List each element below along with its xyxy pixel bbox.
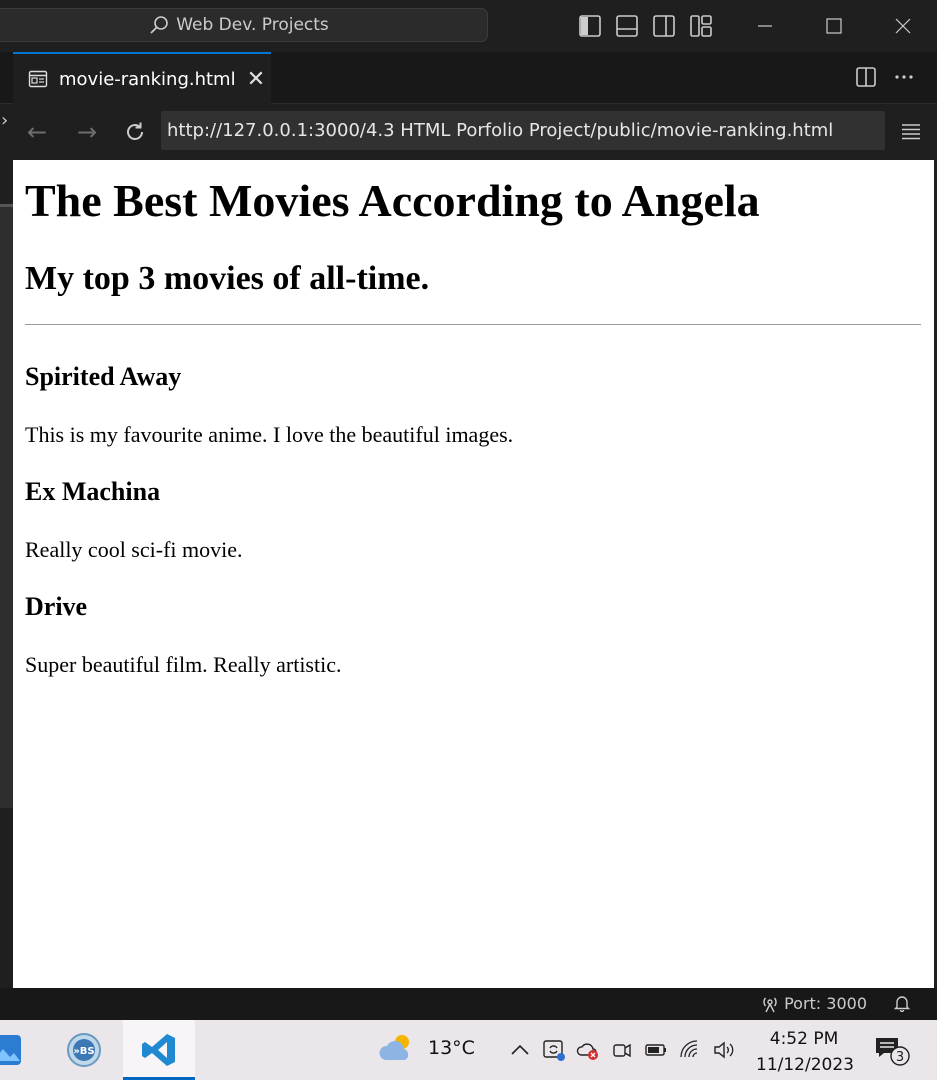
command-center[interactable]: Web Dev. Projects	[0, 8, 488, 42]
status-bar: Port: 3000	[0, 988, 937, 1020]
taskbar-app-photos[interactable]	[0, 1020, 42, 1080]
toggle-primary-sidebar-icon[interactable]	[578, 14, 602, 38]
toggle-secondary-sidebar-icon[interactable]	[652, 14, 676, 38]
split-editor-icon[interactable]	[855, 66, 877, 92]
movie-title: Drive	[25, 592, 88, 621]
title-bar: Web Dev. Projects	[0, 0, 937, 52]
clock[interactable]: 4:52 PM 11/12/2023	[756, 1026, 854, 1078]
tab-movie-ranking[interactable]: movie-ranking.html ✕	[13, 52, 271, 104]
taskbar-app-vscode[interactable]	[123, 1020, 195, 1080]
editor-tab-bar: movie-ranking.html ✕	[0, 52, 937, 104]
taskbar-app-bs[interactable]: »BS	[48, 1020, 120, 1080]
notification-center-button[interactable]: 3	[874, 1036, 914, 1070]
browser-toolbar: ← → http://127.0.0.1:3000/4.3 HTML Porfo…	[13, 104, 937, 160]
close-tab-icon[interactable]: ✕	[241, 67, 271, 92]
customize-layout-icon[interactable]	[689, 14, 713, 38]
forward-button[interactable]: →	[73, 118, 101, 146]
volume-icon[interactable]	[712, 1038, 736, 1062]
bs-app-icon: »BS	[67, 1033, 101, 1067]
weather-widget[interactable]: 13°C	[378, 1032, 475, 1064]
tab-label: movie-ranking.html	[59, 68, 236, 90]
more-actions-icon[interactable]	[893, 66, 915, 92]
divider	[25, 324, 921, 325]
close-window-button[interactable]	[868, 0, 937, 52]
movie-description: Super beautiful film. Really artistic.	[25, 652, 342, 677]
vscode-app-icon	[142, 1034, 175, 1066]
sidebar-panel	[0, 204, 13, 808]
menu-icon[interactable]	[901, 121, 921, 141]
notification-count: 3	[896, 1050, 904, 1065]
sidebar-edge: ›	[0, 104, 13, 988]
battery-icon[interactable]	[644, 1038, 668, 1062]
page-title: The Best Movies According to Angela	[25, 175, 760, 226]
photos-app-icon	[0, 1035, 21, 1065]
chevron-up-icon[interactable]	[508, 1038, 532, 1062]
movie-description: This is my favourite anime. I love the b…	[25, 422, 514, 447]
maximize-button[interactable]	[799, 0, 868, 52]
movie-title: Ex Machina	[25, 477, 161, 506]
cloudy-weather-icon	[379, 1035, 409, 1060]
port-status[interactable]: Port: 3000	[761, 994, 867, 1013]
wifi-icon[interactable]	[678, 1038, 702, 1062]
movie-title: Spirited Away	[25, 362, 182, 391]
cloud-error-icon[interactable]	[576, 1038, 600, 1062]
sidebar-divider	[0, 204, 13, 207]
bell-icon[interactable]	[893, 994, 911, 1016]
svg-text:»BS: »BS	[73, 1046, 94, 1057]
page-subtitle: My top 3 movies of all-time.	[25, 260, 430, 297]
clock-time: 4:52 PM	[769, 1029, 839, 1049]
back-button[interactable]: ←	[23, 118, 51, 146]
clock-date: 11/12/2023	[756, 1055, 854, 1075]
port-label: Port: 3000	[784, 994, 867, 1013]
sync-app-icon[interactable]	[542, 1038, 566, 1062]
movie-description: Really cool sci-fi movie.	[25, 537, 243, 562]
browser-preview-icon	[28, 70, 48, 88]
notification-icon: 3	[876, 1038, 910, 1066]
chevron-right-icon[interactable]: ›	[1, 110, 8, 131]
command-center-label: Web Dev. Projects	[176, 15, 329, 35]
search-icon	[150, 16, 169, 34]
url-input[interactable]: http://127.0.0.1:3000/4.3 HTML Porfolio …	[161, 111, 885, 150]
toggle-panel-icon[interactable]	[615, 14, 639, 38]
meet-now-icon[interactable]	[610, 1038, 634, 1062]
temperature: 13°C	[428, 1037, 475, 1059]
reload-button[interactable]	[121, 118, 149, 146]
taskbar: »BS 13°C 4:52 PM 11/12/2023 3	[0, 1020, 937, 1080]
system-tray	[508, 1038, 736, 1062]
reload-icon	[127, 122, 143, 140]
minimize-button[interactable]	[730, 0, 799, 52]
broadcast-icon	[763, 997, 777, 1012]
web-page: The Best Movies According to Angela My t…	[13, 160, 934, 988]
